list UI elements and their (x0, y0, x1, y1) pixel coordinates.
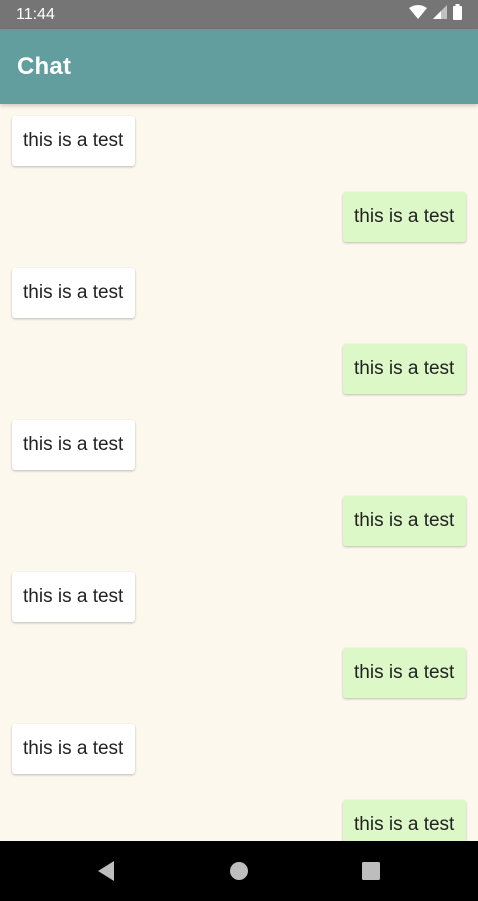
message-row: this is a test (0, 496, 478, 548)
status-icons (409, 4, 462, 25)
battery-icon (453, 4, 462, 25)
message-row: this is a test (0, 268, 478, 320)
incoming-message-bubble[interactable]: this is a test (12, 420, 135, 470)
message-row: this is a test (0, 724, 478, 776)
message-row: this is a test (0, 648, 478, 700)
outgoing-message-bubble[interactable]: this is a test (343, 344, 466, 394)
outgoing-message-bubble[interactable]: this is a test (343, 800, 466, 841)
status-time: 11:44 (16, 5, 55, 23)
outgoing-message-bubble[interactable]: this is a test (343, 192, 466, 242)
message-row: this is a test (0, 344, 478, 396)
message-row: this is a test (0, 800, 478, 841)
recents-icon[interactable] (358, 858, 384, 884)
incoming-message-bubble[interactable]: this is a test (12, 116, 135, 166)
incoming-message-bubble[interactable]: this is a test (12, 724, 135, 774)
app-bar: Chat (0, 29, 478, 104)
incoming-message-bubble[interactable]: this is a test (12, 572, 135, 622)
wifi-icon (409, 5, 427, 24)
chat-screen: 11:44 Chat this is a test this is a test… (0, 0, 478, 901)
home-icon[interactable] (226, 858, 252, 884)
cell-signal-icon (433, 5, 447, 24)
incoming-message-bubble[interactable]: this is a test (12, 268, 135, 318)
outgoing-message-bubble[interactable]: this is a test (343, 648, 466, 698)
message-row: this is a test (0, 420, 478, 472)
status-bar: 11:44 (0, 0, 478, 29)
message-row: this is a test (0, 572, 478, 624)
outgoing-message-bubble[interactable]: this is a test (343, 496, 466, 546)
back-icon[interactable] (93, 858, 119, 884)
system-nav-bar (0, 841, 478, 901)
app-title: Chat (17, 52, 72, 80)
message-row: this is a test (0, 192, 478, 244)
message-list[interactable]: this is a test this is a test this is a … (0, 104, 478, 841)
message-row: this is a test (0, 116, 478, 168)
